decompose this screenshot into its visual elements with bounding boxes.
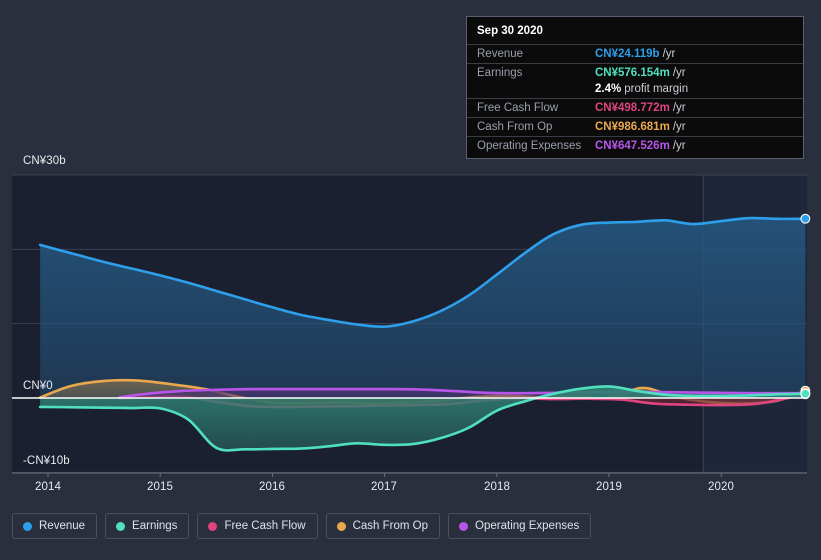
legend-item-label: Cash From Op	[352, 520, 429, 532]
tooltip-date: Sep 30 2020	[477, 25, 543, 37]
chart-legend: Revenue Earnings Free Cash Flow Cash From O…	[12, 513, 592, 539]
tooltip-row: Cash From Op CN¥986.681m/yr	[467, 117, 803, 136]
tooltip-row: Earnings CN¥576.154m/yr	[467, 63, 803, 82]
legend-color-dot-icon	[336, 521, 346, 531]
tooltip-row-value: CN¥986.681m	[595, 121, 670, 133]
tooltip-row-value: CN¥576.154m	[595, 67, 670, 79]
tooltip-row-suffix: /yr	[662, 48, 676, 60]
legend-item-label: Revenue	[39, 520, 86, 532]
tooltip-row-suffix: /yr	[672, 140, 686, 152]
legend-item-free-cash-flow[interactable]: Free Cash Flow	[197, 513, 318, 539]
tooltip-row-value: CN¥647.526m	[595, 140, 670, 152]
endpoint-marker-revenue	[800, 213, 811, 224]
tooltip-row-suffix: /yr	[672, 102, 686, 114]
legend-color-dot-icon	[116, 521, 126, 531]
legend-item-operating-expenses[interactable]: Operating Expenses	[448, 513, 592, 539]
legend-color-dot-icon	[208, 521, 218, 531]
tooltip-row-suffix: /yr	[672, 67, 686, 79]
legend-item-label: Free Cash Flow	[224, 520, 306, 532]
legend-color-dot-icon	[459, 521, 469, 531]
tooltip-row-label: Revenue	[477, 48, 524, 60]
tooltip-row-label: Earnings	[477, 67, 523, 79]
tooltip-row-value: CN¥498.772m	[595, 102, 670, 114]
tooltip-row-label: Operating Expenses	[477, 140, 582, 152]
tooltip-row-value: 2.4%	[595, 83, 622, 95]
data-tooltip: Sep 30 2020 Revenue CN¥24.119b/yr Earnings…	[466, 16, 804, 159]
tooltip-row-label: Free Cash Flow	[477, 102, 559, 114]
tooltip-row: Operating Expenses CN¥647.526m/yr	[467, 136, 803, 155]
tooltip-row: Revenue CN¥24.119b/yr	[467, 44, 803, 63]
tooltip-row-label: Cash From Op	[477, 121, 553, 133]
legend-item-label: Operating Expenses	[475, 520, 580, 532]
legend-item-label: Earnings	[132, 520, 178, 532]
financial-performance-chart: CN¥30b CN¥0 -CN¥10b 2014 2015 2016 2017 …	[0, 0, 821, 560]
tooltip-rows: Revenue CN¥24.119b/yr Earnings CN¥576.154m /…	[467, 44, 803, 155]
tooltip-row: Free Cash Flow CN¥498.772m/yr	[467, 98, 803, 117]
legend-item-revenue[interactable]: Revenue	[12, 513, 98, 539]
legend-item-cash-from-op[interactable]: Cash From Op	[325, 513, 441, 539]
endpoint-marker-earnings	[800, 388, 811, 399]
tooltip-row-suffix: /yr	[672, 121, 686, 133]
legend-item-earnings[interactable]: Earnings	[105, 513, 190, 539]
tooltip-row: 2.4% profit margin	[467, 82, 803, 98]
tooltip-row-suffix: profit margin	[624, 83, 689, 95]
legend-color-dot-icon	[23, 521, 32, 531]
tooltip-row-value: CN¥24.119b	[595, 48, 660, 60]
